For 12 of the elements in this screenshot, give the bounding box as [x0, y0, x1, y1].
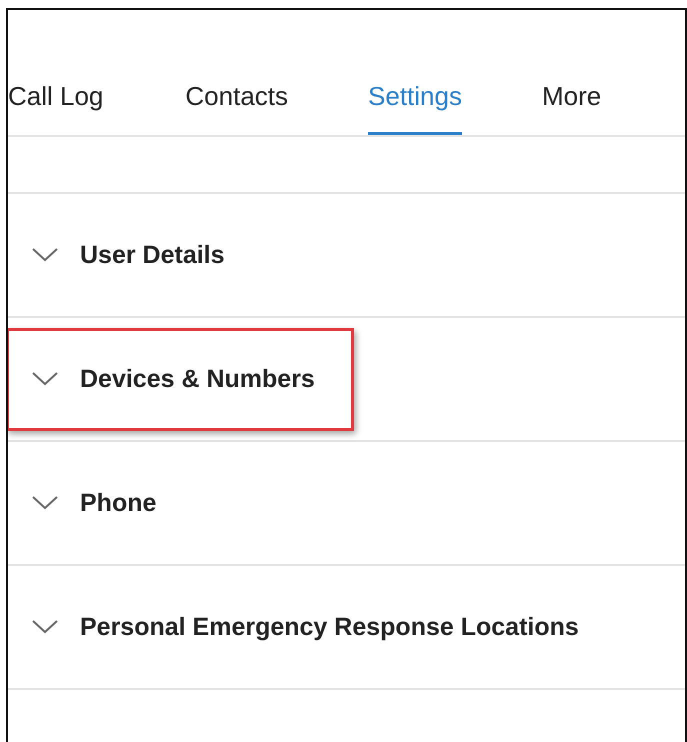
chevron-icon [32, 248, 58, 262]
tab[interactable]: Contacts [185, 10, 288, 135]
section-header[interactable]: User Details [8, 204, 264, 306]
tab[interactable]: More [542, 10, 602, 135]
tab[interactable]: Settings [368, 10, 462, 135]
section-header[interactable]: Personal Emergency Response Locations [8, 576, 618, 678]
chevron-icon [32, 372, 58, 386]
chevron-icon [32, 620, 58, 634]
tab[interactable]: Call Log [8, 10, 104, 135]
chevron-icon [32, 496, 58, 510]
section-header[interactable]: Devices & Numbers [8, 328, 354, 430]
section-header[interactable]: Phone [8, 452, 196, 554]
